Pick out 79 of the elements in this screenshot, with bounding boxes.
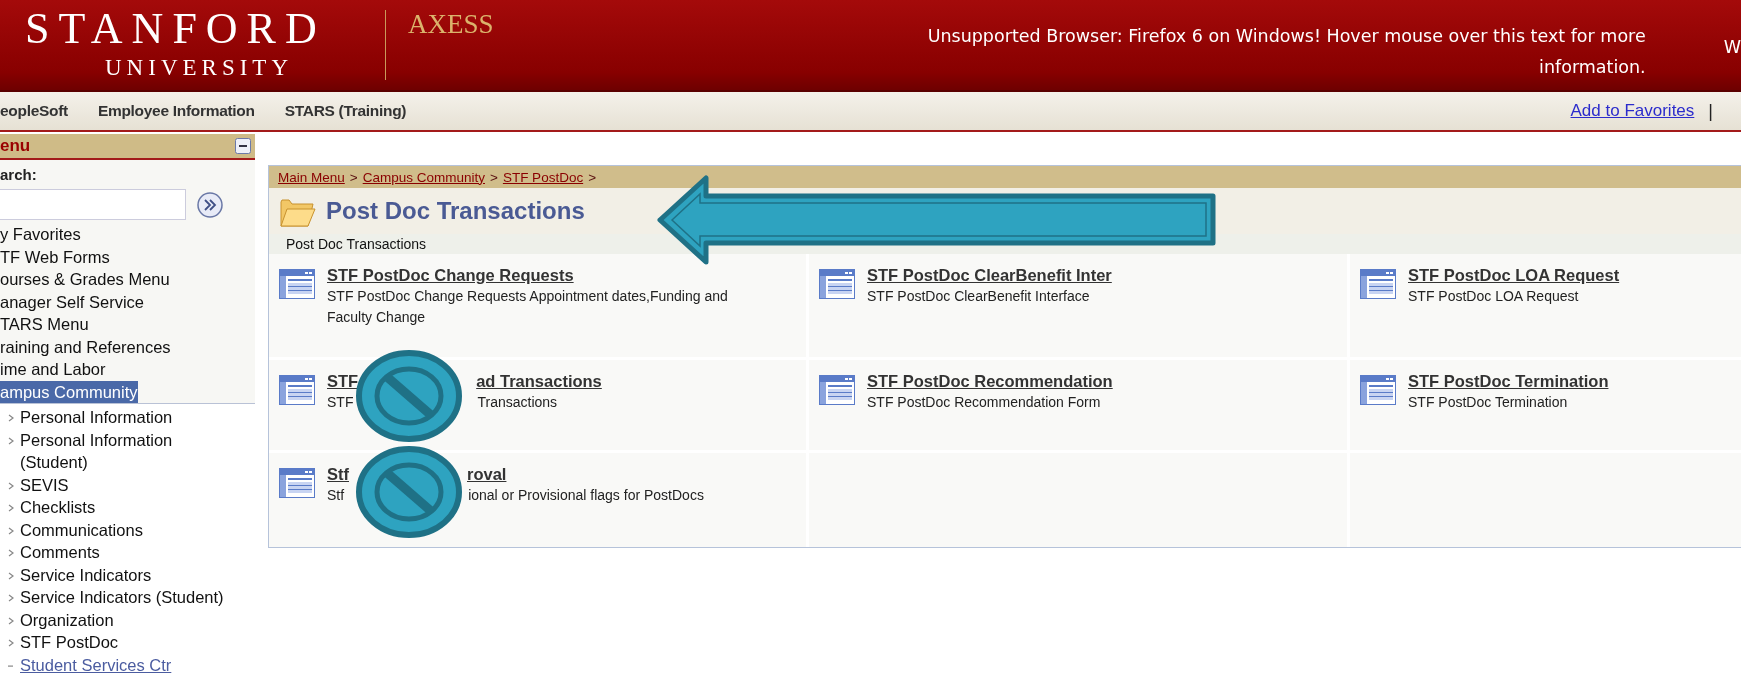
- caret-icon: [8, 481, 14, 490]
- menu-folder[interactable]: Personal Information: [20, 406, 242, 429]
- prohibition-sign-icon: [356, 350, 462, 442]
- menu-folder[interactable]: STF PostDoc: [20, 631, 242, 654]
- window-icon: [279, 468, 315, 498]
- caret-icon: [8, 549, 14, 557]
- window-icon: [279, 269, 315, 299]
- menu-title: enu: [0, 136, 31, 156]
- item-link[interactable]: STF PostDoc Change Requests: [327, 264, 574, 286]
- page-subtitle: Post Doc Transactions: [286, 236, 427, 252]
- item-link[interactable]: Stf: [327, 463, 349, 485]
- item-link[interactable]: roval: [467, 463, 507, 485]
- caret-icon: [8, 436, 14, 445]
- window-icon: [279, 375, 315, 405]
- separator: |: [1708, 100, 1713, 122]
- prohibition-sign-icon: [356, 446, 462, 538]
- app-name: AXESS: [408, 8, 494, 40]
- item-description: Transactions: [477, 393, 558, 412]
- menu-item[interactable]: ime and Labor: [0, 358, 106, 381]
- menu-folder[interactable]: Service Indicators (Student): [20, 586, 242, 609]
- item-description: STF: [327, 393, 354, 412]
- menu-folder[interactable]: Personal Information (Student): [20, 428, 242, 474]
- menu-folder[interactable]: Checklists: [20, 496, 242, 519]
- item-link[interactable]: STF PostDoc Termination: [1408, 370, 1609, 392]
- page-title: Post Doc Transactions: [326, 197, 585, 225]
- item-description: STF PostDoc Recommendation Form: [867, 393, 1101, 412]
- menu-link[interactable]: Student Services Ctr: [20, 653, 172, 675]
- caret-icon: [8, 414, 14, 422]
- breadcrumb-separator: >: [588, 169, 597, 185]
- window-icon: [819, 375, 855, 405]
- browser-warning[interactable]: Unsupported Browser: Firefox 6 on Windows! Hover mouse over this text for more information.: [925, 21, 1646, 83]
- logo-subtitle: UNIVERSITY: [105, 54, 294, 82]
- window-icon: [1360, 269, 1396, 299]
- item-description: STF PostDoc Termination: [1408, 393, 1568, 412]
- logo-wordmark: STANFORD: [25, 4, 327, 54]
- item-link[interactable]: STF: [327, 370, 359, 392]
- menu-item[interactable]: anager Self Service: [0, 290, 144, 313]
- item-description: Stf: [327, 486, 345, 505]
- menu-item[interactable]: raining and References: [0, 335, 171, 358]
- search-go-button[interactable]: [197, 191, 223, 218]
- menu-folder[interactable]: Communications: [20, 518, 242, 541]
- header-text: W: [1723, 37, 1741, 57]
- breadcrumb-link[interactable]: Campus Community: [362, 169, 485, 185]
- breadcrumb-link[interactable]: Main Menu: [278, 169, 345, 185]
- nav-menu-item[interactable]: eopleSoft: [0, 102, 68, 120]
- item-description: STF PostDoc ClearBenefit Interface: [867, 287, 1090, 306]
- caret-icon: [8, 616, 14, 625]
- menu-item[interactable]: TARS Menu: [0, 313, 89, 336]
- menu-item[interactable]: ampus Community: [0, 380, 138, 403]
- menu-item[interactable]: TF Web Forms: [0, 245, 110, 268]
- item-link[interactable]: STF PostDoc LOA Request: [1408, 264, 1620, 286]
- nav-menu-item[interactable]: Employee Information: [97, 102, 255, 120]
- breadcrumb-link[interactable]: STF PostDoc: [502, 169, 584, 185]
- window-icon: [1360, 375, 1396, 405]
- menu-folder[interactable]: Comments: [20, 541, 242, 564]
- menu-folder[interactable]: Service Indicators: [20, 563, 242, 586]
- collapse-icon[interactable]: [235, 138, 251, 154]
- window-icon: [819, 269, 855, 299]
- item-link[interactable]: STF PostDoc Recommendation: [867, 370, 1113, 392]
- caret-icon: [8, 571, 14, 580]
- breadcrumb-separator: >: [490, 169, 498, 185]
- item-link[interactable]: ad Transactions: [476, 370, 602, 392]
- nav-menu-item[interactable]: STARS (Training): [284, 102, 407, 120]
- menu-item[interactable]: ourses & Grades Menu: [0, 268, 170, 291]
- breadcrumb-separator: >: [349, 169, 358, 185]
- menu-item[interactable]: y Favorites: [0, 223, 81, 246]
- caret-icon: [8, 526, 14, 535]
- search-field[interactable]: [0, 189, 186, 220]
- item-description: STF PostDoc LOA Request: [1408, 287, 1579, 306]
- caret-icon: [8, 594, 14, 602]
- add-favorites-link[interactable]: Add to Favorites: [1570, 101, 1695, 121]
- item-link[interactable]: STF PostDoc ClearBenefit Inter: [867, 264, 1112, 286]
- menu-folder[interactable]: SEVIS: [20, 473, 242, 496]
- item-description: ional or Provisional flags for PostDocs: [468, 486, 704, 505]
- menu-folder[interactable]: Organization: [20, 608, 242, 631]
- caret-icon: [8, 504, 14, 512]
- caret-icon: [8, 639, 14, 647]
- search-label: arch:: [0, 166, 38, 183]
- item-description: STF PostDoc Change Requests Appointment dates,Funding and Faculty Change: [327, 287, 729, 327]
